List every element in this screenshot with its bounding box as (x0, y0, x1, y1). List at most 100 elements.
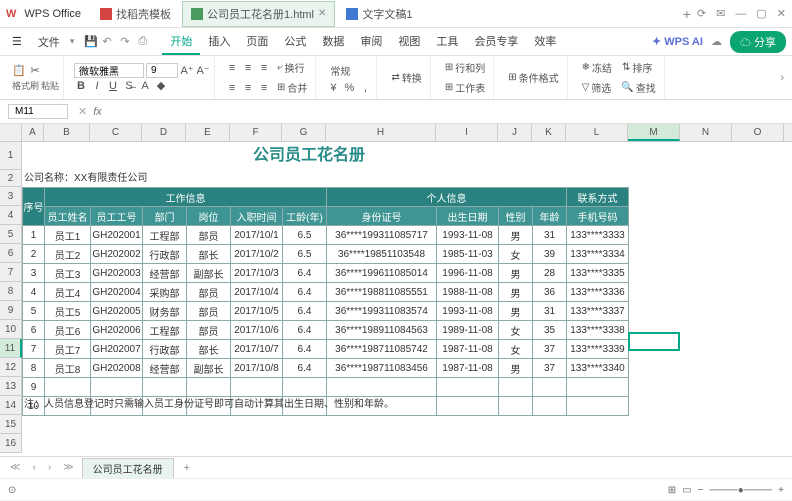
cell[interactable]: 133****3337 (567, 302, 629, 321)
col-header[interactable]: G (282, 124, 326, 141)
col-header[interactable]: H (326, 124, 436, 141)
align-left-icon[interactable]: ≡ (225, 61, 239, 75)
redo-icon[interactable]: ↷ (120, 35, 134, 49)
cell[interactable]: 6.5 (283, 245, 327, 264)
cell[interactable]: 行政部 (143, 245, 187, 264)
cell[interactable] (499, 378, 533, 397)
cell[interactable]: 36****199611085014 (327, 264, 437, 283)
row-header[interactable]: 1 (0, 142, 22, 170)
valign-mid-icon[interactable]: ≡ (241, 81, 255, 95)
menu-tab[interactable]: 插入 (200, 29, 238, 55)
cell[interactable]: 5 (23, 302, 45, 321)
cell[interactable]: 28 (533, 264, 567, 283)
cell[interactable] (567, 397, 629, 416)
col-header[interactable]: C (90, 124, 142, 141)
cell[interactable] (187, 378, 231, 397)
cell[interactable]: 36****199311085717 (327, 226, 437, 245)
number-format-select[interactable]: 常规 (326, 61, 354, 80)
cell[interactable]: 女 (499, 321, 533, 340)
print-icon[interactable]: ⎙ (138, 35, 152, 49)
doc-tab[interactable]: 找稻壳模板 (91, 1, 180, 27)
cell[interactable]: 35 (533, 321, 567, 340)
cell[interactable]: GH202007 (91, 340, 143, 359)
currency-icon[interactable]: ¥ (326, 81, 340, 95)
cell[interactable]: 4 (23, 283, 45, 302)
menu-tab[interactable]: 工具 (428, 29, 466, 55)
row-header[interactable]: 15 (0, 415, 22, 434)
cell[interactable]: 1993-11-08 (437, 302, 499, 321)
wrap-button[interactable]: ⤶换行 (273, 58, 309, 77)
cell[interactable] (499, 397, 533, 416)
wps-ai-button[interactable]: ✦ WPS AI (652, 35, 703, 48)
cloud-icon[interactable]: ☁ (711, 35, 722, 48)
dropdown-icon[interactable]: ▾ (70, 36, 75, 47)
font-size-select[interactable] (146, 63, 178, 78)
paste-label[interactable]: 粘贴 (41, 79, 59, 92)
percent-icon[interactable]: % (342, 81, 356, 95)
ribbon-expand-icon[interactable]: › (780, 72, 784, 84)
cell[interactable]: 2017/10/4 (231, 283, 283, 302)
cell[interactable]: 部员 (187, 283, 231, 302)
underline-icon[interactable]: U (106, 79, 120, 93)
col-header[interactable]: N (680, 124, 732, 141)
row-header[interactable]: 5 (0, 225, 22, 244)
cell[interactable]: GH202005 (91, 302, 143, 321)
clipboard-icon[interactable]: 📋 (12, 64, 26, 78)
cell[interactable]: 36****198811085551 (327, 283, 437, 302)
cut-icon[interactable]: ✂ (28, 64, 42, 78)
cell[interactable]: 2017/10/8 (231, 359, 283, 378)
cell[interactable]: 工程部 (143, 321, 187, 340)
col-header[interactable]: O (732, 124, 784, 141)
cell[interactable]: 员工1 (45, 226, 91, 245)
formula-input[interactable] (108, 106, 784, 117)
align-center-icon[interactable]: ≡ (241, 61, 255, 75)
cell[interactable]: GH202008 (91, 359, 143, 378)
row-header[interactable]: 8 (0, 282, 22, 301)
cell[interactable]: 2017/10/6 (231, 321, 283, 340)
cell[interactable] (437, 378, 499, 397)
cell[interactable] (533, 397, 567, 416)
cell[interactable]: 经营部 (143, 264, 187, 283)
cell[interactable]: 6 (23, 321, 45, 340)
menu-tab[interactable]: 页面 (238, 29, 276, 55)
row-header[interactable]: 6 (0, 244, 22, 263)
cell[interactable]: 6.4 (283, 302, 327, 321)
minimize-icon[interactable]: — (735, 8, 746, 20)
valign-bot-icon[interactable]: ≡ (257, 81, 271, 95)
font-select[interactable] (74, 63, 144, 78)
col-header[interactable]: B (44, 124, 90, 141)
menu-tab[interactable]: 效率 (526, 29, 564, 55)
cell[interactable]: 36****198911084563 (327, 321, 437, 340)
col-header[interactable]: F (230, 124, 282, 141)
row-header[interactable]: 9 (0, 301, 22, 320)
cell[interactable]: 31 (533, 302, 567, 321)
cell[interactable]: 采购部 (143, 283, 187, 302)
col-header[interactable]: K (532, 124, 566, 141)
maximize-icon[interactable]: ▢ (756, 7, 766, 20)
menu-tab[interactable]: 开始 (162, 29, 200, 55)
cell[interactable]: 3 (23, 264, 45, 283)
format-painter-label[interactable]: 格式刷 (12, 79, 39, 92)
cell[interactable]: 2017/10/3 (231, 264, 283, 283)
cell[interactable]: 133****3340 (567, 359, 629, 378)
select-all-corner[interactable] (0, 124, 22, 141)
cell[interactable] (533, 378, 567, 397)
cell[interactable]: 6.4 (283, 283, 327, 302)
undo-icon[interactable]: ↶ (102, 35, 116, 49)
fill-color-icon[interactable]: ◆ (154, 79, 168, 93)
col-header[interactable]: E (186, 124, 230, 141)
doc-tab[interactable]: 文字文稿1 (337, 1, 421, 27)
cell[interactable]: 37 (533, 359, 567, 378)
cell[interactable]: 2017/10/1 (231, 226, 283, 245)
row-header[interactable]: 11 (0, 339, 22, 358)
filter-button[interactable]: ▽筛选 (578, 78, 616, 97)
cell[interactable]: 1993-11-08 (437, 226, 499, 245)
menu-file[interactable]: 文件 (30, 30, 68, 54)
cell[interactable]: 部员 (187, 226, 231, 245)
cell[interactable]: 36****19851103548 (327, 245, 437, 264)
msg-icon[interactable]: ✉ (716, 7, 725, 20)
row-header[interactable]: 13 (0, 377, 22, 396)
cell[interactable]: 副部长 (187, 264, 231, 283)
col-header[interactable]: L (566, 124, 628, 141)
cell[interactable]: 女 (499, 245, 533, 264)
